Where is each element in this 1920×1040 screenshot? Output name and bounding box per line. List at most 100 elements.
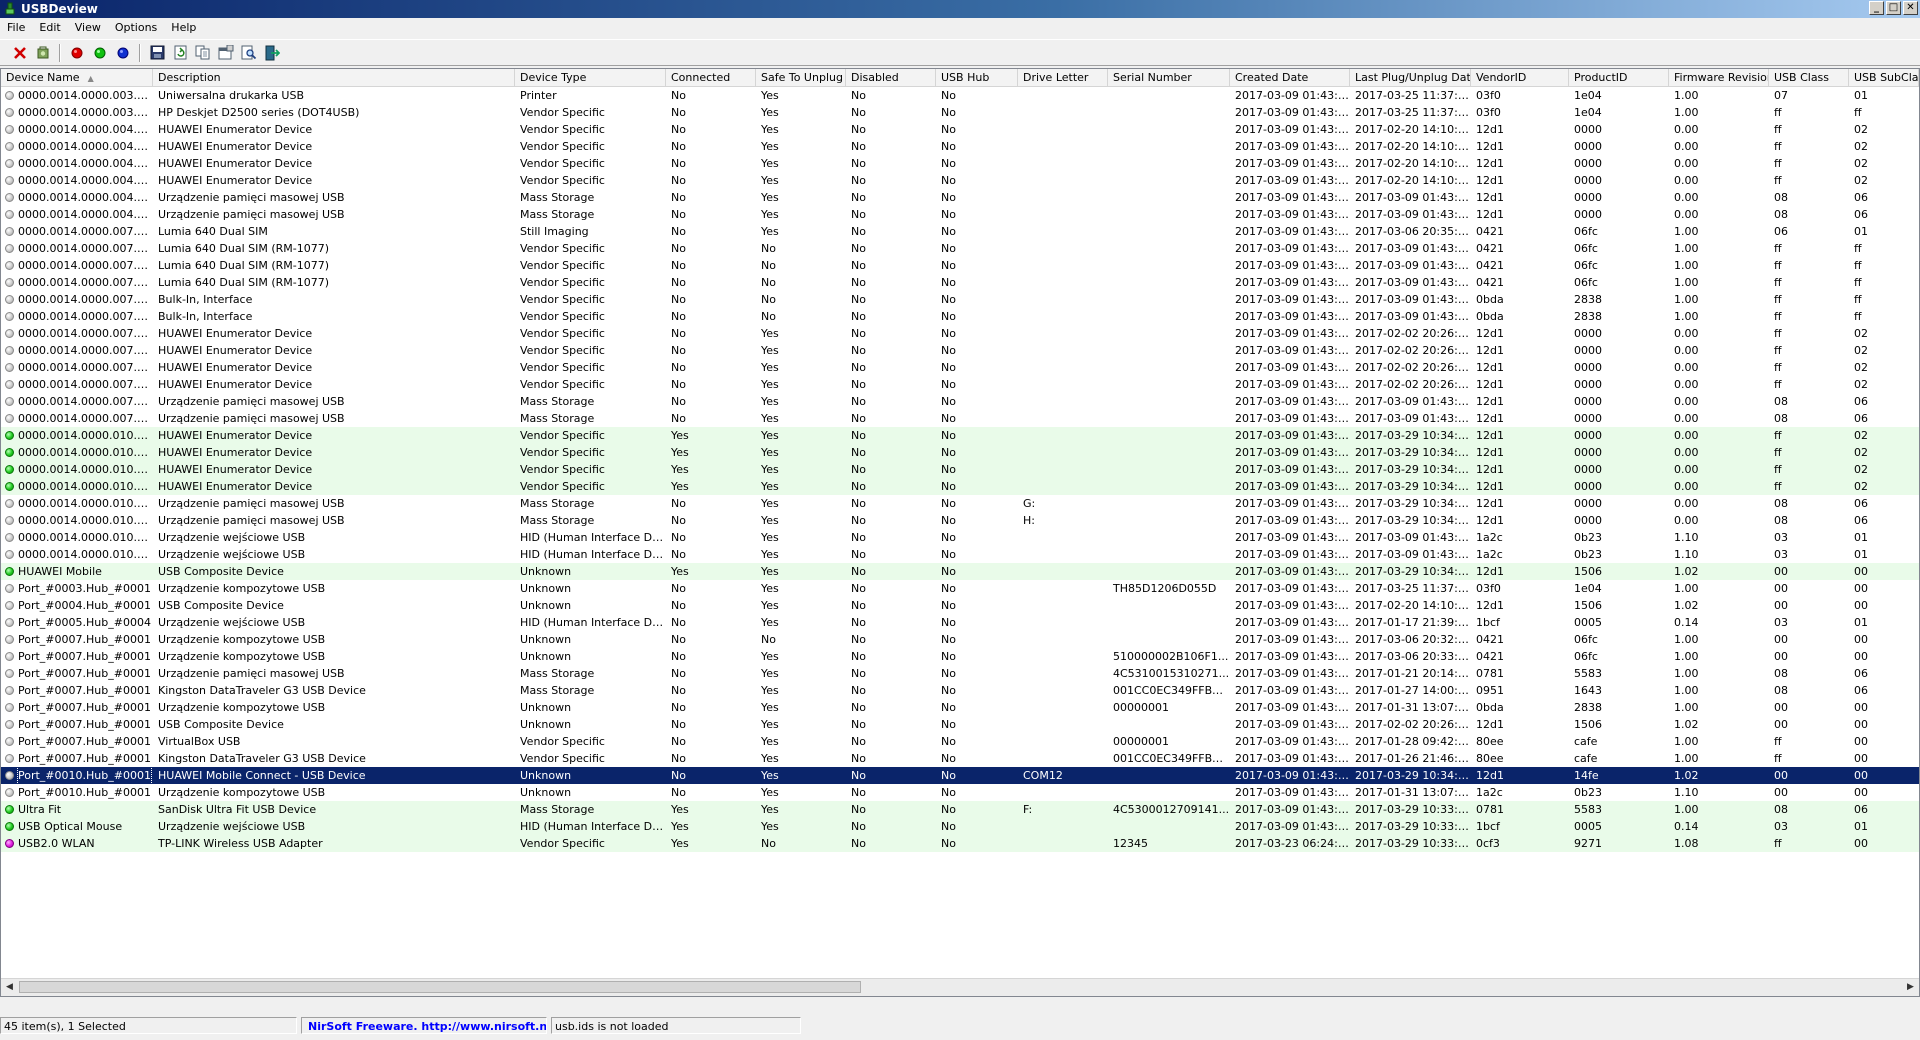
disable-button[interactable] <box>67 43 87 63</box>
table-row[interactable]: 0000.0014.0000.010.0... Urządzenie pamięc… <box>1 512 1919 529</box>
cell-created-date: 2017-03-09 01:43:05 <box>1235 786 1350 799</box>
table-row[interactable]: 0000.0014.0000.007.0... Urządzenie pamięc… <box>1 410 1919 427</box>
menu-options[interactable]: Options <box>108 18 164 38</box>
table-row[interactable]: 0000.0014.0000.004.0... Urządzenie pamięc… <box>1 189 1919 206</box>
table-row[interactable]: 0000.0014.0000.007.0... Urządzenie pamięc… <box>1 393 1919 410</box>
menu-edit[interactable]: Edit <box>32 18 67 38</box>
table-row[interactable]: 0000.0014.0000.010.0... Urządzenie pamięc… <box>1 495 1919 512</box>
table-row[interactable]: Port_#0007.Hub_#0001 Urządzenie pamięci m… <box>1 665 1919 682</box>
blue-dot-button[interactable] <box>113 43 133 63</box>
table-row[interactable]: 0000.0014.0000.007.0... HUAWEI Enumerator… <box>1 325 1919 342</box>
column-header-usb-subclass[interactable]: USB SubClass <box>1849 69 1919 86</box>
table-row[interactable]: Port_#0003.Hub_#0001 Urządzenie kompozyto… <box>1 580 1919 597</box>
scrollbar-thumb[interactable] <box>19 981 861 993</box>
table-row[interactable]: 0000.0014.0000.007.0... Lumia 640 Dual SI… <box>1 223 1919 240</box>
column-header-firmware-revision[interactable]: Firmware Revision <box>1669 69 1769 86</box>
save-button[interactable] <box>147 43 167 63</box>
menu-help[interactable]: Help <box>164 18 203 38</box>
table-row[interactable]: 0000.0014.0000.010.0... HUAWEI Enumerator… <box>1 427 1919 444</box>
table-row[interactable]: Port_#0010.Hub_#0001 HUAWEI Mobile Connec… <box>1 767 1919 784</box>
column-header-usb-class[interactable]: USB Class <box>1769 69 1849 86</box>
cell-last-plug-date: 2017-03-09 01:43:05 <box>1355 310 1471 323</box>
table-row[interactable]: 0000.0014.0000.004.0... Urządzenie pamięc… <box>1 206 1919 223</box>
table-row[interactable]: 0000.0014.0000.003.0... HP Deskjet D2500 … <box>1 104 1919 121</box>
table-row[interactable]: Port_#0007.Hub_#0001 Urządzenie kompozyto… <box>1 648 1919 665</box>
refresh-button[interactable] <box>170 43 190 63</box>
table-row[interactable]: Port_#0007.Hub_#0001 VirtualBox USB Vendor… <box>1 733 1919 750</box>
table-row[interactable]: Port_#0007.Hub_#0001 Urządzenie kompozyto… <box>1 631 1919 648</box>
remove-button[interactable] <box>10 43 30 63</box>
cell-device-type: Mass Storage <box>520 803 595 816</box>
table-row[interactable]: Port_#0007.Hub_#0001 Kingston DataTravele… <box>1 750 1919 767</box>
scroll-right-icon[interactable]: ▶ <box>1902 979 1919 996</box>
table-row[interactable]: 0000.0014.0000.004.0... HUAWEI Enumerator… <box>1 155 1919 172</box>
cell-vendor-id: 1bcf <box>1476 616 1500 629</box>
cell-safe-to-unplug: Yes <box>761 803 779 816</box>
table-row[interactable]: 0000.0014.0000.007.0... HUAWEI Enumerator… <box>1 342 1919 359</box>
table-row[interactable]: 0000.0014.0000.007.0... Bulk-In, Interfac… <box>1 308 1919 325</box>
column-header-safe-to-unplug[interactable]: Safe To Unplug <box>756 69 846 86</box>
exit-button[interactable] <box>262 43 282 63</box>
properties-button[interactable] <box>216 43 236 63</box>
nirsoft-link[interactable]: NirSoft Freeware. http://www.nirsoft.net <box>301 1017 547 1034</box>
column-header-vendor-id[interactable]: VendorID <box>1471 69 1569 86</box>
menu-view[interactable]: View <box>68 18 108 38</box>
column-header-serial-number[interactable]: Serial Number <box>1108 69 1230 86</box>
column-header-device-name[interactable]: Device Name ▲ <box>1 69 153 86</box>
uninstall-button[interactable] <box>33 43 53 63</box>
table-row[interactable]: 0000.0014.0000.007.0... Lumia 640 Dual SI… <box>1 240 1919 257</box>
table-row[interactable]: 0000.0014.0000.007.0... Lumia 640 Dual SI… <box>1 274 1919 291</box>
minimize-button[interactable]: _ <box>1869 1 1884 15</box>
column-header-device-type[interactable]: Device Type <box>515 69 666 86</box>
table-row[interactable]: USB2.0 WLAN TP-LINK Wireless USB Adapter V… <box>1 835 1919 852</box>
close-button[interactable]: ✕ <box>1903 1 1918 15</box>
table-row[interactable]: 0000.0014.0000.010.0... Urządzenie wejści… <box>1 529 1919 546</box>
table-row[interactable]: Port_#0007.Hub_#0001 Urządzenie kompozyto… <box>1 699 1919 716</box>
table-row[interactable]: Port_#0005.Hub_#0004 Urządzenie wejściowe… <box>1 614 1919 631</box>
column-header-usb-hub[interactable]: USB Hub <box>936 69 1018 86</box>
enable-button[interactable] <box>90 43 110 63</box>
cell-drive-letter <box>1018 563 1108 580</box>
column-header-drive-letter[interactable]: Drive Letter <box>1018 69 1108 86</box>
cell-last-plug-date: 2017-03-09 01:43:05 <box>1355 412 1471 425</box>
table-row[interactable]: 0000.0014.0000.004.0... HUAWEI Enumerator… <box>1 138 1919 155</box>
table-row[interactable]: 0000.0014.0000.010.0... Urządzenie wejści… <box>1 546 1919 563</box>
table-row[interactable]: 0000.0014.0000.004.0... HUAWEI Enumerator… <box>1 121 1919 138</box>
table-row[interactable]: 0000.0014.0000.010.0... HUAWEI Enumerator… <box>1 478 1919 495</box>
find-button[interactable] <box>239 43 259 63</box>
table-row[interactable]: 0000.0014.0000.003.0... Uniwersalna druka… <box>1 87 1919 104</box>
scroll-left-icon[interactable]: ◀ <box>1 979 18 996</box>
column-header-connected[interactable]: Connected <box>666 69 756 86</box>
menu-file[interactable]: File <box>0 18 32 38</box>
table-row[interactable]: 0000.0014.0000.007.0... Lumia 640 Dual SI… <box>1 257 1919 274</box>
device-name-text: Ultra Fit <box>18 803 62 816</box>
table-row[interactable]: 0000.0014.0000.010.0... HUAWEI Enumerator… <box>1 461 1919 478</box>
device-name-text: Port_#0007.Hub_#0001 <box>18 752 151 765</box>
table-row[interactable]: Port_#0007.Hub_#0001 USB Composite Device… <box>1 716 1919 733</box>
table-row[interactable]: 0000.0014.0000.007.0... HUAWEI Enumerator… <box>1 359 1919 376</box>
table-row[interactable]: 0000.0014.0000.004.0... HUAWEI Enumerator… <box>1 172 1919 189</box>
device-list[interactable]: Device Name ▲ Description Device Type Connec… <box>0 68 1920 997</box>
cell-last-plug-date: 2017-03-29 10:34:36 <box>1355 565 1471 578</box>
table-row[interactable]: Port_#0007.Hub_#0001 Kingston DataTravele… <box>1 682 1919 699</box>
maximize-button[interactable]: □ <box>1886 1 1901 15</box>
table-row[interactable]: 0000.0014.0000.007.0... Bulk-In, Interfac… <box>1 291 1919 308</box>
copy-button[interactable] <box>193 43 213 63</box>
cell-vendor-id: 0421 <box>1476 242 1504 255</box>
table-row[interactable]: Port_#0004.Hub_#0001 USB Composite Device… <box>1 597 1919 614</box>
cell-usb-class: 00 <box>1774 769 1788 782</box>
table-row[interactable]: HUAWEI Mobile USB Composite Device Unknown… <box>1 563 1919 580</box>
table-row[interactable]: 0000.0014.0000.007.0... HUAWEI Enumerator… <box>1 376 1919 393</box>
cell-device-type: Unknown <box>520 599 572 612</box>
table-row[interactable]: USB Optical Mouse Urządzenie wejściowe US… <box>1 818 1919 835</box>
column-header-last-plug-date[interactable]: Last Plug/Unplug Date <box>1350 69 1471 86</box>
table-row[interactable]: 0000.0014.0000.010.0... HUAWEI Enumerator… <box>1 444 1919 461</box>
cell-usb-subclass: 01 <box>1854 548 1868 561</box>
table-row[interactable]: Ultra Fit SanDisk Ultra Fit USB Device Mas… <box>1 801 1919 818</box>
column-header-created-date[interactable]: Created Date <box>1230 69 1350 86</box>
horizontal-scrollbar[interactable]: ◀ ▶ <box>1 978 1919 996</box>
table-row[interactable]: Port_#0010.Hub_#0001 Urządzenie kompozyto… <box>1 784 1919 801</box>
column-header-product-id[interactable]: ProductID <box>1569 69 1669 86</box>
column-header-description[interactable]: Description <box>153 69 515 86</box>
column-header-disabled[interactable]: Disabled <box>846 69 936 86</box>
